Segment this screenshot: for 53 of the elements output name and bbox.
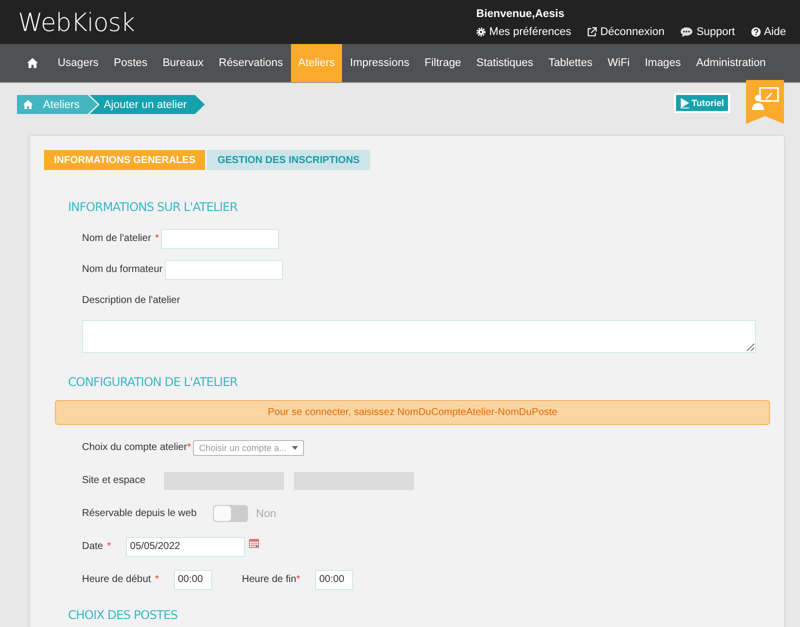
- time-field[interactable]: 00:00: [174, 570, 212, 590]
- help-icon: [750, 27, 761, 37]
- home-icon: [23, 100, 33, 109]
- gear-icon: [476, 27, 486, 37]
- field-label: Date: [82, 541, 104, 552]
- nav-tab[interactable]: WiFi: [600, 44, 638, 82]
- field-label: Nom du formateur: [82, 264, 163, 275]
- nav-tab[interactable]: Statistiques: [468, 44, 541, 82]
- field-label: Heure de fin: [242, 574, 296, 585]
- header-link[interactable]: Aide: [750, 26, 786, 38]
- field-label: Description de l'atelier: [82, 295, 180, 306]
- section-title: CONFIGURATION DE L'ATELIER: [67, 374, 239, 391]
- header-link[interactable]: Mes préférences: [476, 26, 572, 38]
- header-link[interactable]: Support: [680, 26, 735, 38]
- logo: WebKiosk: [18, 8, 135, 36]
- external-link-icon: [587, 27, 598, 37]
- field-label: Choix du compte atelier: [82, 442, 188, 453]
- date-field[interactable]: 05/05/2022: [126, 536, 246, 556]
- required-mark: *: [107, 541, 112, 552]
- welcome-text: Bienvenue,Aesis: [476, 8, 564, 20]
- nav-tab[interactable]: Images: [637, 44, 689, 82]
- chat-icon: [680, 27, 694, 37]
- nav-tab[interactable]: Administration: [688, 44, 774, 82]
- field-label: Site et espace: [82, 475, 146, 486]
- caret-icon: [292, 446, 298, 450]
- input-field[interactable]: [164, 260, 283, 280]
- required-mark: *: [296, 574, 300, 585]
- required-mark: *: [187, 442, 191, 453]
- toggle-state: Non: [256, 508, 276, 520]
- play-icon: [680, 97, 690, 109]
- nav-tab[interactable]: Filtrage: [416, 44, 469, 82]
- required-mark: *: [154, 574, 159, 585]
- time-field[interactable]: 00:00: [315, 570, 354, 590]
- input-field[interactable]: [161, 228, 280, 248]
- info-alert: Pour se connecter, saisissez NomDuCompteAtelier-NomDuPoste: [55, 400, 770, 425]
- home-icon[interactable]: [27, 58, 38, 68]
- section-title: INFORMATIONS SUR L'ATELIER: [67, 199, 238, 216]
- section-title: CHOIX DES POSTES: [67, 607, 179, 624]
- teacher-ribbon-icon[interactable]: [746, 80, 784, 124]
- nav-tab[interactable]: Postes: [106, 44, 155, 82]
- calendar-icon[interactable]: [249, 539, 260, 548]
- toggle-switch[interactable]: [213, 505, 248, 522]
- description-field[interactable]: [82, 320, 756, 353]
- nav-tab[interactable]: Bureaux: [154, 44, 212, 82]
- field-label: Réservable depuis le web: [82, 508, 198, 519]
- required-mark: *: [155, 233, 160, 244]
- nav-tab[interactable]: Réservations: [211, 44, 291, 82]
- field-label: Nom de l'atelier: [82, 233, 152, 244]
- header-link[interactable]: Déconnexion: [587, 26, 664, 38]
- nav-tab[interactable]: Tablettes: [540, 44, 600, 82]
- nav-tab[interactable]: Impressions: [342, 44, 417, 82]
- field-label: Heure de début: [82, 574, 151, 585]
- nav-tab[interactable]: Usagers: [50, 44, 106, 82]
